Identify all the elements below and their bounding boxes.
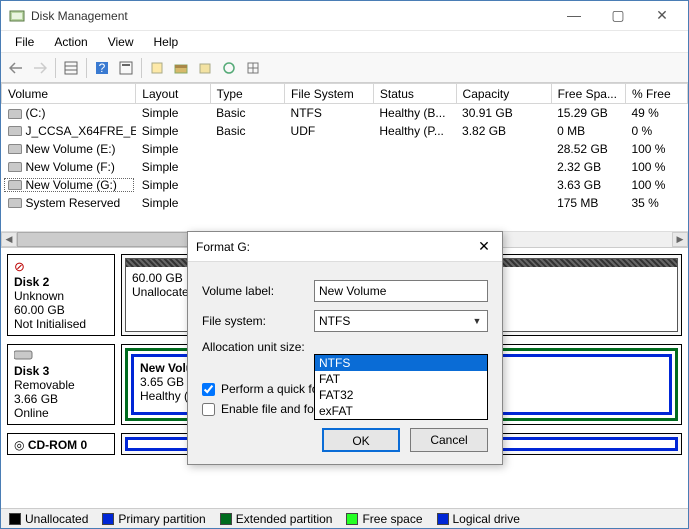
- disk3-name: Disk 3: [14, 364, 108, 378]
- chevron-down-icon: ▼: [469, 313, 485, 329]
- removable-icon: [14, 349, 108, 364]
- volume-table[interactable]: Volume Layout Type File System Status Ca…: [1, 83, 688, 248]
- menu-help[interactable]: Help: [144, 33, 189, 51]
- disk2-info[interactable]: ⊘ Disk 2 Unknown 60.00 GB Not Initialise…: [7, 254, 115, 336]
- tool-icon-2[interactable]: [170, 57, 192, 79]
- disk3-init: Online: [14, 406, 108, 420]
- scroll-right-icon[interactable]: ▶: [672, 232, 688, 247]
- window-title: Disk Management: [31, 9, 552, 23]
- dialog-title: Format G:: [196, 240, 474, 254]
- quick-format-checkbox[interactable]: [202, 383, 215, 396]
- menu-file[interactable]: File: [5, 33, 44, 51]
- svg-text:?: ?: [99, 61, 106, 75]
- grid-icon[interactable]: [60, 57, 82, 79]
- app-icon: [9, 8, 25, 24]
- col-status[interactable]: Status: [373, 84, 456, 104]
- scroll-left-icon[interactable]: ◀: [1, 232, 17, 247]
- legend-extended: Extended partition: [236, 512, 333, 526]
- compression-checkbox[interactable]: [202, 403, 215, 416]
- fs-option-exfat[interactable]: exFAT: [315, 403, 487, 419]
- filesystem-value: NTFS: [319, 314, 350, 328]
- format-dialog: Format G: ✕ Volume label: File system: N…: [187, 231, 503, 465]
- fs-option-fat[interactable]: FAT: [315, 371, 487, 387]
- col-layout[interactable]: Layout: [136, 84, 210, 104]
- col-capacity[interactable]: Capacity: [456, 84, 551, 104]
- legend-free: Free space: [362, 512, 422, 526]
- menu-action[interactable]: Action: [44, 33, 97, 51]
- volume-label-input[interactable]: [314, 280, 488, 302]
- back-icon[interactable]: [5, 57, 27, 79]
- forward-icon[interactable]: [29, 57, 51, 79]
- table-row[interactable]: New Volume (G:)Simple3.63 GB100 %: [2, 176, 688, 194]
- col-fs[interactable]: File System: [285, 84, 374, 104]
- disk3-status: Removable: [14, 378, 108, 392]
- volume-label-label: Volume label:: [202, 284, 314, 298]
- menu-view[interactable]: View: [98, 33, 144, 51]
- tool-icon-5[interactable]: [242, 57, 264, 79]
- fs-option-ntfs[interactable]: NTFS: [315, 355, 487, 371]
- legend-primary: Primary partition: [118, 512, 205, 526]
- warn-icon: ⊘: [14, 259, 108, 275]
- disk3-size: 3.66 GB: [14, 392, 108, 406]
- tool-icon-3[interactable]: [194, 57, 216, 79]
- disk2-size: 60.00 GB: [14, 303, 108, 317]
- col-type[interactable]: Type: [210, 84, 284, 104]
- menu-bar: File Action View Help: [1, 31, 688, 53]
- table-row[interactable]: New Volume (F:)Simple2.32 GB100 %: [2, 158, 688, 176]
- minimize-button[interactable]: —: [552, 2, 596, 30]
- col-pfree[interactable]: % Free: [625, 84, 687, 104]
- cdrom-name: CD-ROM 0: [28, 438, 87, 452]
- table-row[interactable]: New Volume (E:)Simple28.52 GB100 %: [2, 140, 688, 158]
- title-bar: Disk Management — ▢ ✕: [1, 1, 688, 31]
- disk2-init: Not Initialised: [14, 317, 108, 331]
- legend-unallocated: Unallocated: [25, 512, 88, 526]
- disk2-name: Disk 2: [14, 275, 108, 289]
- cdrom-icon: ◎: [14, 438, 24, 452]
- allocation-label: Allocation unit size:: [202, 340, 314, 354]
- close-button[interactable]: ✕: [640, 2, 684, 30]
- table-row[interactable]: System ReservedSimple175 MB35 %: [2, 194, 688, 212]
- tool-icon-1[interactable]: [146, 57, 168, 79]
- col-free[interactable]: Free Spa...: [551, 84, 625, 104]
- help-icon[interactable]: ?: [91, 57, 113, 79]
- cdrom-info[interactable]: ◎ CD-ROM 0: [7, 433, 115, 455]
- disk3-info[interactable]: Disk 3 Removable 3.66 GB Online: [7, 344, 115, 425]
- maximize-button[interactable]: ▢: [596, 2, 640, 30]
- legend-logical: Logical drive: [453, 512, 520, 526]
- dialog-close-icon[interactable]: ✕: [474, 238, 494, 255]
- cancel-button[interactable]: Cancel: [410, 428, 488, 452]
- properties-icon[interactable]: [115, 57, 137, 79]
- legend: Unallocated Primary partition Extended p…: [1, 508, 688, 528]
- table-row[interactable]: (C:)SimpleBasicNTFSHealthy (B...30.91 GB…: [2, 104, 688, 122]
- disk2-status: Unknown: [14, 289, 108, 303]
- ok-button[interactable]: OK: [322, 428, 400, 452]
- col-volume[interactable]: Volume: [2, 84, 136, 104]
- fs-option-fat32[interactable]: FAT32: [315, 387, 487, 403]
- filesystem-select[interactable]: NTFS ▼: [314, 310, 488, 332]
- filesystem-label: File system:: [202, 314, 314, 328]
- toolbar: ?: [1, 53, 688, 83]
- table-row[interactable]: J_CCSA_X64FRE_E...SimpleBasicUDFHealthy …: [2, 122, 688, 140]
- refresh-icon[interactable]: [218, 57, 240, 79]
- filesystem-dropdown[interactable]: NTFS FAT FAT32 exFAT: [314, 354, 488, 420]
